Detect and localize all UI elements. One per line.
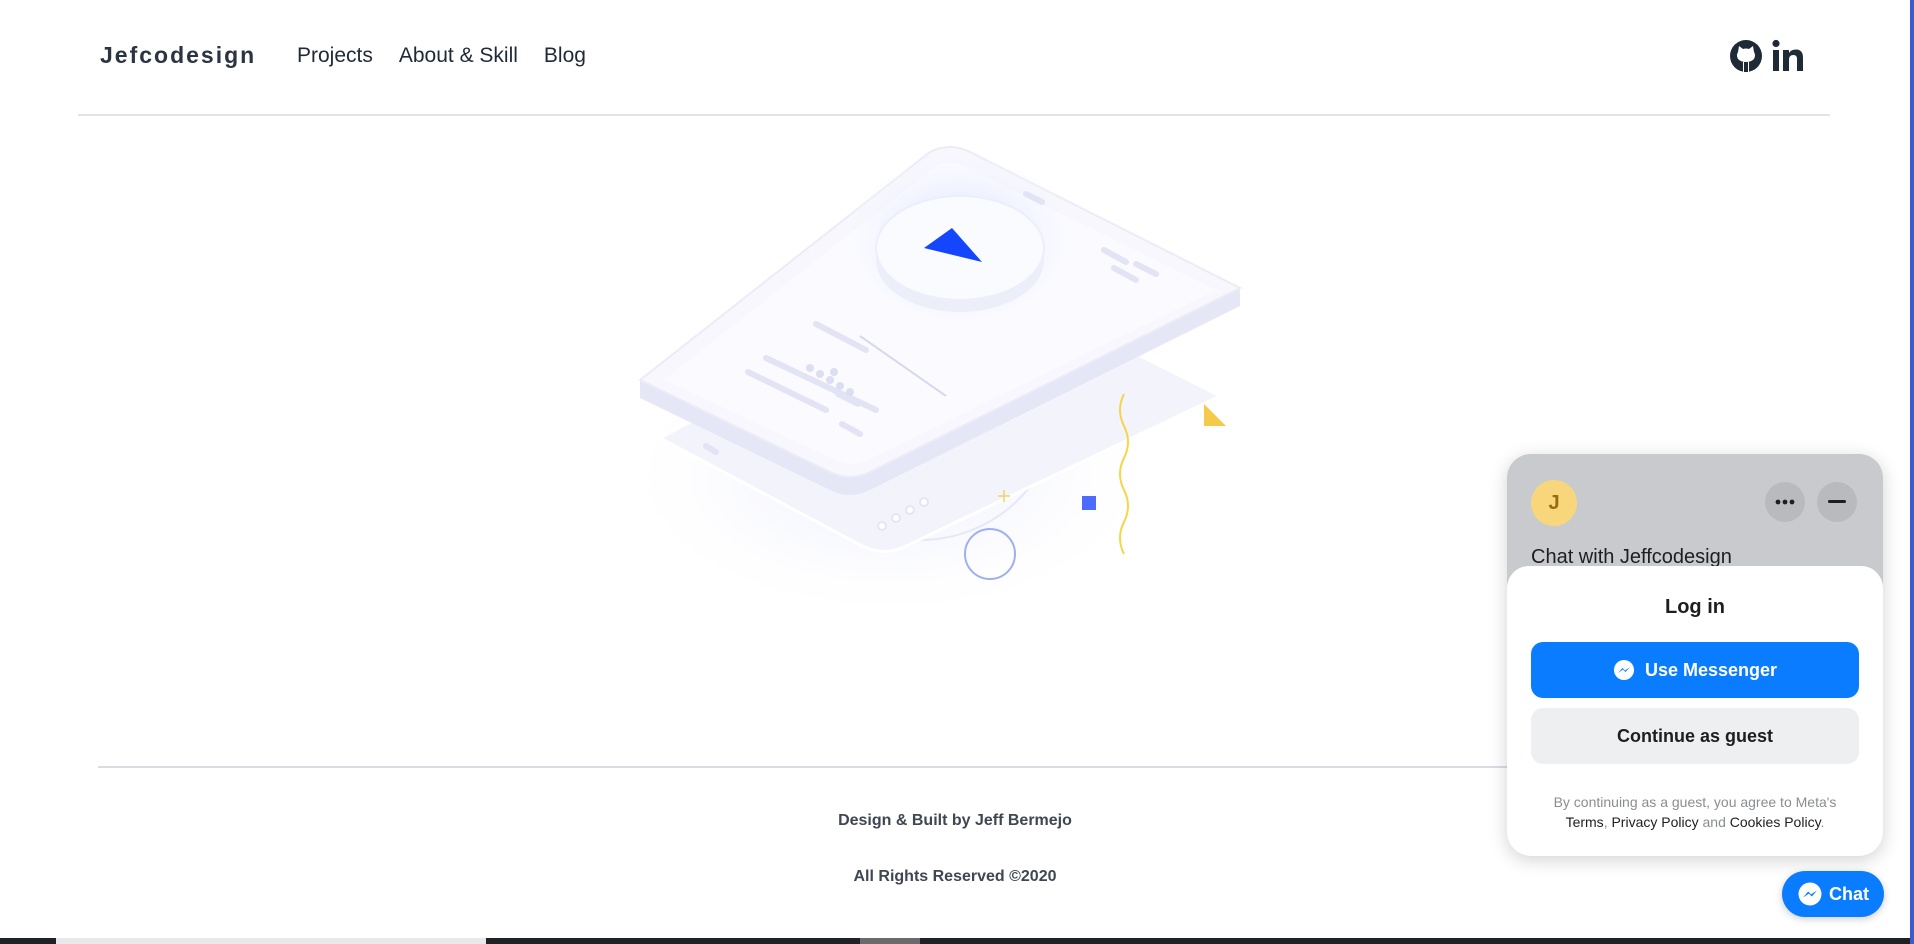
continue-as-guest-button[interactable]: Continue as guest — [1531, 708, 1859, 764]
brand-logo[interactable]: Jefcodesign — [100, 42, 256, 69]
horizontal-scrollbar[interactable] — [0, 938, 1910, 944]
continue-as-guest-label: Continue as guest — [1616, 725, 1773, 746]
minus-icon — [1828, 500, 1846, 503]
minimize-button[interactable] — [1817, 482, 1857, 522]
nav-blog[interactable]: Blog — [544, 44, 586, 68]
yellow-triangle — [1204, 404, 1226, 426]
use-messenger-label: Use Messenger — [1644, 659, 1778, 680]
consent-prefix: By continuing as a guest, you agree to M… — [1553, 794, 1837, 810]
nav-about-skill[interactable]: About & Skill — [399, 44, 518, 68]
site-header: Jefcodesign Projects About & Skill Blog — [78, 0, 1830, 116]
github-icon[interactable] — [1728, 38, 1764, 79]
hero-illustration — [610, 140, 1260, 625]
privacy-policy-link[interactable]: Privacy Policy — [1611, 814, 1698, 830]
messenger-icon — [1798, 882, 1822, 906]
window-edge — [1910, 0, 1914, 944]
terms-link[interactable]: Terms — [1566, 814, 1604, 830]
linkedin-icon[interactable] — [1770, 38, 1806, 79]
blue-square — [1082, 496, 1096, 510]
ellipsis-icon — [1775, 499, 1795, 505]
messenger-chat-panel: J Chat with Jeffcodesign Log in Use Mess… — [1507, 454, 1883, 856]
footer-rights: All Rights Reserved ©2020 — [853, 868, 1057, 885]
footer-divider — [98, 766, 1508, 768]
consent-period: . — [1820, 814, 1825, 830]
login-title: Log in — [1665, 596, 1725, 618]
chat-launcher-label: Chat — [1829, 883, 1869, 904]
avatar: J — [1531, 480, 1577, 526]
guest-consent-text: By continuing as a guest, you agree to M… — [1531, 792, 1859, 832]
consent-comma: , — [1603, 814, 1608, 830]
messenger-icon — [1613, 660, 1634, 680]
chat-launcher-button[interactable]: Chat — [1782, 871, 1884, 917]
more-options-button[interactable] — [1765, 482, 1805, 522]
use-messenger-button[interactable]: Use Messenger — [1531, 642, 1859, 698]
scrollbar-thumb[interactable] — [56, 938, 486, 944]
scrollbar-marker — [860, 938, 920, 944]
main-nav: Projects About & Skill Blog — [297, 44, 586, 68]
consent-and: and — [1702, 814, 1726, 830]
cookies-policy-link[interactable]: Cookies Policy — [1730, 814, 1821, 830]
login-card: Log in Use Messenger Continue as guest B… — [1507, 566, 1883, 856]
nav-projects[interactable]: Projects — [297, 44, 373, 68]
social-links — [1728, 38, 1806, 79]
